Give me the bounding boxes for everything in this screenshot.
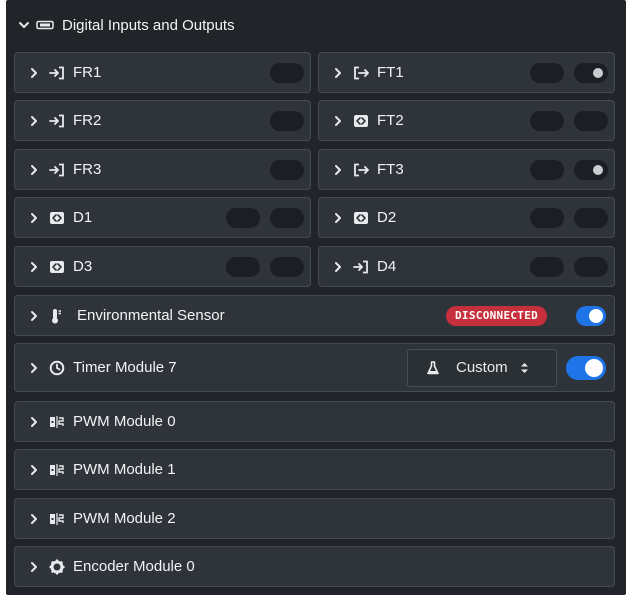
toggle-knob bbox=[589, 308, 603, 323]
status-badge: DISCONNECTED bbox=[446, 305, 548, 326]
pwm-module-card[interactable]: PWM Module 0 bbox=[14, 401, 615, 442]
channel-label: FT3 bbox=[377, 161, 404, 178]
chevron-right-icon[interactable] bbox=[29, 416, 49, 428]
channel-card-ft1[interactable]: FT1 bbox=[318, 52, 615, 93]
environmental-sensor-card[interactable]: Environmental Sensor DISCONNECTED bbox=[14, 295, 615, 336]
module-label: Encoder Module 0 bbox=[73, 558, 195, 575]
channel-label: D3 bbox=[73, 258, 93, 275]
channel-label: D1 bbox=[73, 209, 93, 226]
encoder-module-card[interactable]: Encoder Module 0 bbox=[14, 546, 615, 587]
channel-state-pill[interactable] bbox=[530, 110, 564, 131]
input-arrow-icon bbox=[353, 260, 377, 274]
channel-label: D2 bbox=[377, 209, 397, 226]
bidirectional-icon bbox=[353, 211, 377, 225]
bidirectional-icon bbox=[353, 114, 377, 128]
channel-state-pill[interactable] bbox=[530, 207, 564, 228]
channel-state-pill[interactable] bbox=[226, 207, 260, 228]
chevron-right-icon[interactable] bbox=[333, 261, 353, 273]
channel-label: FR1 bbox=[73, 64, 102, 81]
pwm-icon bbox=[49, 512, 73, 526]
output-arrow-icon bbox=[353, 66, 377, 80]
chevron-right-icon[interactable] bbox=[333, 67, 353, 79]
channel-card-ft3[interactable]: FT3 bbox=[318, 149, 615, 190]
input-arrow-icon bbox=[49, 163, 73, 177]
output-arrow-icon bbox=[353, 163, 377, 177]
channel-card-ft2[interactable]: FT2 bbox=[318, 100, 615, 141]
channel-state-pill[interactable] bbox=[270, 110, 304, 131]
section-title: Digital Inputs and Outputs bbox=[62, 16, 235, 34]
channel-state-pill[interactable] bbox=[270, 207, 304, 228]
chevron-right-icon[interactable] bbox=[29, 362, 49, 374]
toggle-knob bbox=[585, 358, 603, 377]
channel-label: D4 bbox=[377, 258, 397, 275]
channel-state-pill[interactable] bbox=[574, 256, 608, 277]
pwm-icon bbox=[49, 415, 73, 429]
chevron-right-icon[interactable] bbox=[29, 464, 49, 476]
thermometer-icon bbox=[49, 308, 73, 324]
channel-card-d3[interactable]: D3 bbox=[14, 246, 311, 287]
channel-label: FR2 bbox=[73, 112, 102, 129]
channel-state-pill[interactable] bbox=[574, 62, 608, 83]
channel-state-pill[interactable] bbox=[574, 159, 608, 180]
channel-card-d2[interactable]: D2 bbox=[318, 197, 615, 238]
chevron-right-icon[interactable] bbox=[29, 310, 49, 322]
input-arrow-icon bbox=[49, 114, 73, 128]
chevron-right-icon[interactable] bbox=[333, 115, 353, 127]
channel-state-pill[interactable] bbox=[574, 207, 608, 228]
clock-icon bbox=[49, 360, 73, 376]
module-label: PWM Module 0 bbox=[73, 413, 176, 430]
chevron-right-icon[interactable] bbox=[29, 261, 49, 273]
state-dot bbox=[593, 164, 603, 175]
encoder-gear-icon bbox=[49, 559, 73, 575]
channel-card-fr2[interactable]: FR2 bbox=[14, 100, 311, 141]
chevron-right-icon[interactable] bbox=[29, 561, 49, 573]
mode-select-value: Custom bbox=[456, 359, 508, 376]
channel-state-pill[interactable] bbox=[270, 62, 304, 83]
module-label: Timer Module 7 bbox=[73, 359, 177, 376]
input-arrow-icon bbox=[49, 66, 73, 80]
bidirectional-icon bbox=[49, 260, 73, 274]
enable-toggle[interactable] bbox=[566, 355, 606, 380]
channel-card-d4[interactable]: D4 bbox=[318, 246, 615, 287]
channel-state-pill[interactable] bbox=[530, 159, 564, 180]
channel-card-d1[interactable]: D1 bbox=[14, 197, 311, 238]
channel-state-pill[interactable] bbox=[574, 110, 608, 131]
channel-state-pill[interactable] bbox=[530, 256, 564, 277]
channel-card-fr3[interactable]: FR3 bbox=[14, 149, 311, 190]
pwm-module-card[interactable]: PWM Module 2 bbox=[14, 498, 615, 539]
channel-state-pill[interactable] bbox=[530, 62, 564, 83]
section-header[interactable]: Digital Inputs and Outputs bbox=[6, 6, 626, 44]
chevron-right-icon[interactable] bbox=[29, 67, 49, 79]
sort-caret-icon bbox=[520, 362, 529, 374]
chevron-right-icon[interactable] bbox=[29, 164, 49, 176]
state-dot bbox=[593, 67, 603, 78]
channel-state-pill[interactable] bbox=[270, 159, 304, 180]
channel-label: FT1 bbox=[377, 64, 404, 81]
flask-icon bbox=[426, 360, 456, 375]
channel-state-pill[interactable] bbox=[270, 256, 304, 277]
chevron-right-icon[interactable] bbox=[29, 513, 49, 525]
module-label: PWM Module 2 bbox=[73, 510, 176, 527]
timer-module-card[interactable]: Timer Module 7 Custom bbox=[14, 343, 615, 392]
pwm-module-card[interactable]: PWM Module 1 bbox=[14, 449, 615, 490]
pwm-icon bbox=[49, 463, 73, 477]
digital-io-panel: Digital Inputs and Outputs FR1 FT1 FR2 F… bbox=[6, 0, 626, 595]
channel-card-fr1[interactable]: FR1 bbox=[14, 52, 311, 93]
module-label: Environmental Sensor bbox=[77, 307, 225, 324]
channel-label: FT2 bbox=[377, 112, 404, 129]
channel-label: FR3 bbox=[73, 161, 102, 178]
chevron-right-icon[interactable] bbox=[333, 164, 353, 176]
mode-select[interactable]: Custom bbox=[407, 348, 557, 387]
bidirectional-icon bbox=[49, 211, 73, 225]
io-port-icon bbox=[36, 20, 62, 30]
module-label: PWM Module 1 bbox=[73, 461, 176, 478]
channel-state-pill[interactable] bbox=[226, 256, 260, 277]
enable-toggle[interactable] bbox=[576, 305, 606, 326]
chevron-right-icon[interactable] bbox=[29, 212, 49, 224]
chevron-right-icon[interactable] bbox=[333, 212, 353, 224]
chevron-right-icon[interactable] bbox=[29, 115, 49, 127]
chevron-down-icon[interactable] bbox=[18, 19, 36, 31]
